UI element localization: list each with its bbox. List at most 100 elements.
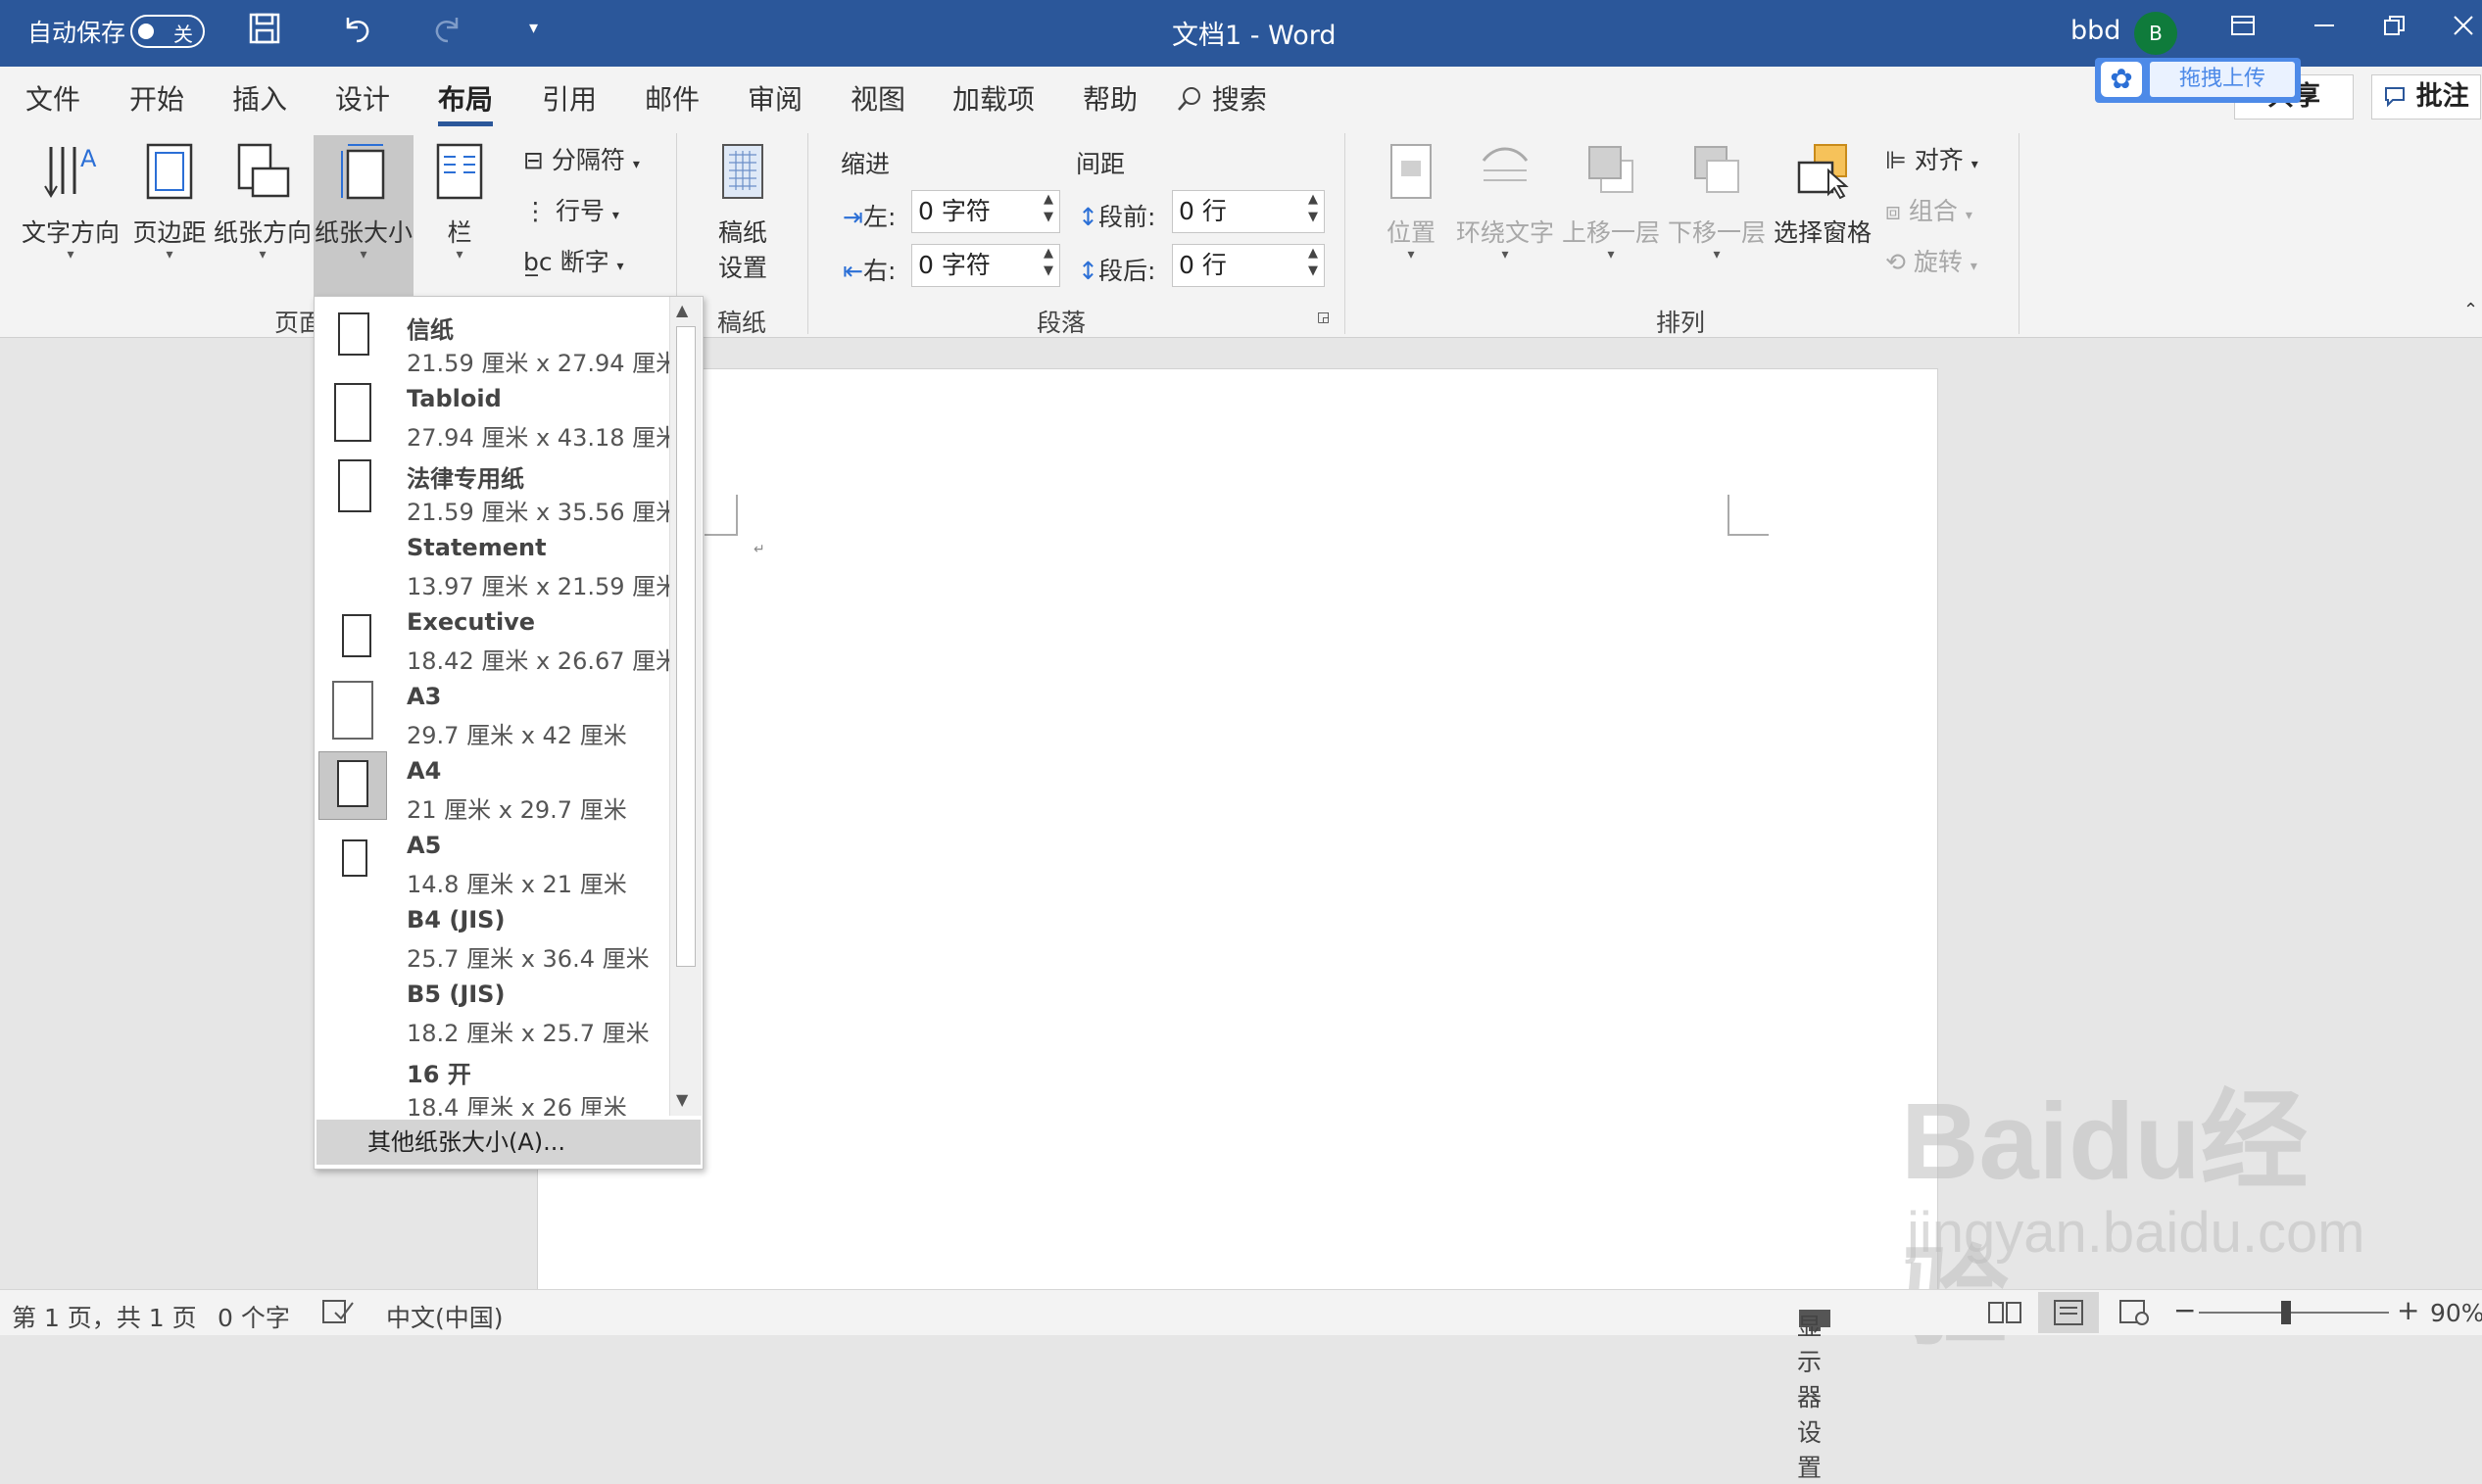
- spin-arrows-icon[interactable]: ▲ ▼: [1308, 245, 1318, 280]
- spin-arrows-icon[interactable]: ▲ ▼: [1044, 191, 1053, 226]
- selection-pane-label: 选择窗格: [1773, 218, 1872, 247]
- autosave-state: 关: [173, 23, 193, 46]
- orientation-icon: [214, 141, 312, 208]
- tab-design[interactable]: 设计: [335, 78, 390, 118]
- spacing-header: 间距: [1076, 150, 1126, 178]
- scroll-up-icon[interactable]: ▲: [676, 301, 688, 319]
- indent-right-field[interactable]: 0 字符 ▲ ▼: [911, 244, 1060, 287]
- orientation-button[interactable]: 纸张方向 ▾: [214, 141, 312, 263]
- paper-size-item[interactable]: 16 开 18.4 厘米 x 26 厘米: [315, 1049, 669, 1116]
- paper-size-item[interactable]: Executive 18.42 厘米 x 26.67 厘米: [315, 602, 669, 677]
- collapse-ribbon-icon[interactable]: ⌃: [2463, 300, 2478, 320]
- comment-button[interactable]: 批注: [2371, 74, 2481, 120]
- size-button[interactable]: 纸张大小 ▾: [314, 135, 414, 298]
- indent-left-field[interactable]: 0 字符 ▲ ▼: [911, 190, 1060, 233]
- bring-forward-button[interactable]: 上移一层 ▾: [1560, 141, 1662, 263]
- spin-arrows-icon[interactable]: ▲ ▼: [1308, 191, 1318, 226]
- paper-size-item[interactable]: 信纸 21.59 厘米 x 27.94 厘米: [315, 305, 669, 379]
- rotate-button[interactable]: ⟲ 旋转 ▾: [1885, 243, 1977, 278]
- watermark-url: jingyan.baidu.com: [1907, 1201, 2365, 1265]
- document-page[interactable]: ↵: [537, 368, 1938, 1291]
- position-button[interactable]: 位置 ▾: [1372, 141, 1450, 263]
- paper-size-item[interactable]: B4 (JIS) 25.7 厘米 x 36.4 厘米: [315, 900, 669, 975]
- tab-layout[interactable]: 布局: [438, 78, 494, 126]
- rotate-label: 旋转: [1913, 248, 1963, 276]
- user-name[interactable]: bbd: [2070, 16, 2120, 46]
- upload-bubble[interactable]: ✿ 拖拽上传: [2095, 58, 2301, 103]
- scroll-down-icon[interactable]: ▼: [676, 1090, 688, 1109]
- tab-mailings[interactable]: 邮件: [645, 78, 700, 118]
- spacing-after-field[interactable]: 0 行 ▲ ▼: [1172, 244, 1325, 287]
- proofing-icon[interactable]: [321, 1299, 355, 1330]
- customize-qat-icon[interactable]: ▾: [529, 18, 538, 38]
- tab-insert[interactable]: 插入: [232, 78, 287, 118]
- read-mode-icon[interactable]: [1987, 1299, 2022, 1332]
- paper-size-item-selected[interactable]: A4 21 厘米 x 29.7 厘米: [315, 751, 669, 826]
- paper-size-item[interactable]: B5 (JIS) 18.2 厘米 x 25.7 厘米: [315, 975, 669, 1049]
- zoom-slider[interactable]: [2199, 1312, 2389, 1314]
- spin-arrows-icon[interactable]: ▲ ▼: [1044, 245, 1053, 280]
- avatar[interactable]: B: [2134, 12, 2177, 55]
- paper-size-item[interactable]: A5 14.8 厘米 x 21 厘米: [315, 826, 669, 900]
- send-backward-label: 下移一层: [1667, 218, 1766, 247]
- tab-file[interactable]: 文件: [25, 78, 80, 118]
- orientation-label: 纸张方向: [214, 218, 313, 247]
- selection-pane-button[interactable]: 选择窗格: [1772, 141, 1874, 249]
- spacing-before-field[interactable]: 0 行 ▲ ▼: [1172, 190, 1325, 233]
- tab-review[interactable]: 审阅: [748, 78, 803, 118]
- zoom-in-icon[interactable]: +: [2397, 1294, 2419, 1326]
- tab-view[interactable]: 视图: [851, 78, 905, 118]
- zoom-out-icon[interactable]: −: [2173, 1294, 2196, 1326]
- paragraph-dialog-launcher-icon[interactable]: ◲: [1317, 310, 1330, 325]
- page-info[interactable]: 第 1 页，共 1 页: [12, 1299, 197, 1334]
- redo-icon[interactable]: [431, 12, 464, 53]
- group-button[interactable]: ⧈ 组合 ▾: [1885, 192, 1972, 227]
- paper-thumbnail: [318, 826, 387, 894]
- word-count[interactable]: 0 个字: [218, 1299, 290, 1334]
- zoom-slider-thumb[interactable]: [2281, 1301, 2291, 1324]
- send-backward-button[interactable]: 下移一层 ▾: [1666, 141, 1768, 263]
- hyphenation-icon: b̲c: [523, 248, 553, 276]
- divider: [807, 133, 808, 334]
- dropdown-scrollbar[interactable]: ▲ ▼: [669, 297, 702, 1116]
- minimize-icon[interactable]: [2311, 12, 2338, 46]
- paper-size-item[interactable]: 法律专用纸 21.59 厘米 x 35.56 厘米: [315, 454, 669, 528]
- undo-icon[interactable]: [340, 12, 373, 53]
- close-icon[interactable]: [2450, 12, 2477, 46]
- text-direction-icon: A: [18, 141, 123, 208]
- ribbon-display-icon[interactable]: [2229, 12, 2257, 46]
- group-icon: ⧈: [1885, 197, 1901, 225]
- manuscript-settings-button[interactable]: 稿纸 设置: [698, 141, 788, 284]
- text-direction-button[interactable]: A 文字方向 ▾: [18, 141, 123, 263]
- paper-size-item[interactable]: Tabloid 27.94 厘米 x 43.18 厘米: [315, 379, 669, 454]
- line-numbers-label: 行号: [555, 197, 605, 225]
- restore-icon[interactable]: [2381, 12, 2409, 46]
- tab-help[interactable]: 帮助: [1083, 78, 1138, 118]
- print-layout-icon[interactable]: [2038, 1292, 2099, 1333]
- line-numbers-button[interactable]: ⋮ 行号 ▾: [523, 192, 619, 227]
- paper-thumbnail: [318, 305, 387, 373]
- scroll-thumb[interactable]: [676, 326, 696, 967]
- hyphenation-button[interactable]: b̲c 断字 ▾: [523, 243, 624, 278]
- save-icon[interactable]: [248, 12, 281, 53]
- paper-thumbnail: [318, 454, 387, 522]
- zoom-level[interactable]: 90%: [2430, 1299, 2482, 1327]
- wrap-text-button[interactable]: 环绕文字 ▾: [1454, 141, 1556, 263]
- breaks-button[interactable]: ⊟ 分隔符 ▾: [523, 141, 640, 176]
- autosave-toggle[interactable]: 关: [130, 15, 205, 48]
- tab-references[interactable]: 引用: [542, 78, 597, 118]
- more-paper-sizes-button[interactable]: 其他纸张大小(A)...: [316, 1120, 701, 1165]
- language[interactable]: 中文(中国): [386, 1299, 504, 1334]
- columns-button[interactable]: 栏 ▾: [425, 141, 494, 263]
- svg-text:A: A: [80, 145, 97, 172]
- web-layout-icon[interactable]: [2117, 1299, 2152, 1332]
- tab-home[interactable]: 开始: [129, 78, 184, 118]
- document-title: 文档1 - Word: [1172, 21, 1337, 51]
- margins-button[interactable]: 页边距 ▾: [127, 141, 212, 263]
- align-button[interactable]: ⊫ 对齐 ▾: [1885, 141, 1978, 176]
- tab-addins[interactable]: 加载项: [952, 78, 1035, 118]
- search-box[interactable]: 搜索: [1176, 78, 1267, 118]
- selection-pane-icon: [1772, 141, 1874, 208]
- paper-size-item[interactable]: A3 29.7 厘米 x 42 厘米: [315, 677, 669, 751]
- paper-size-item[interactable]: Statement 13.97 厘米 x 21.59 厘米: [315, 528, 669, 602]
